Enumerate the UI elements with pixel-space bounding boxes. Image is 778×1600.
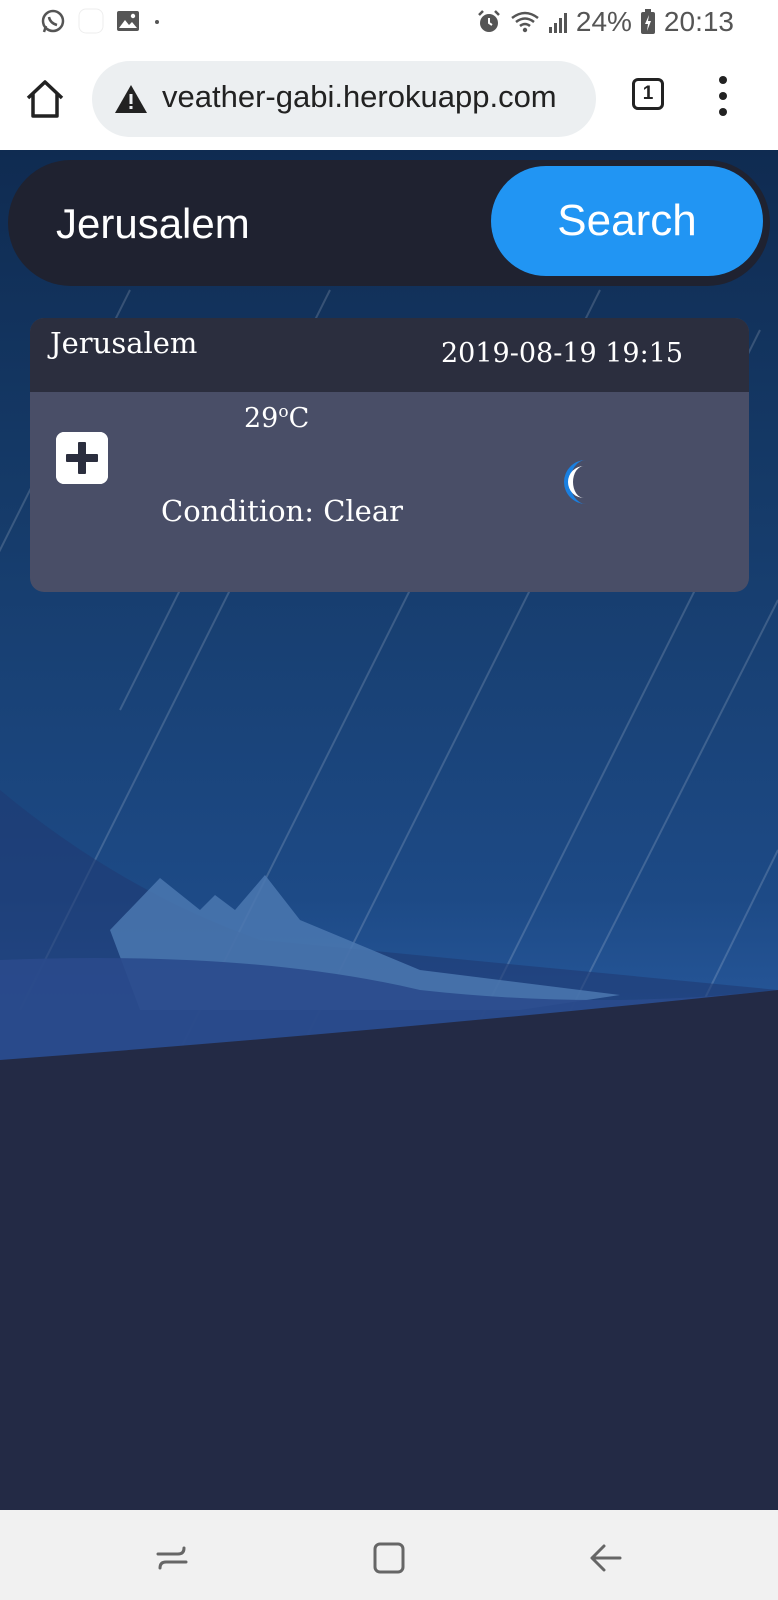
whatsapp-icon [41, 9, 65, 33]
crescent-moon-icon [564, 460, 586, 504]
search-bar: Search [8, 160, 770, 286]
notification-icons [40, 8, 162, 34]
system-status: 24% 20:13 [476, 6, 734, 38]
app-content: Search Jerusalem 2019-08-19 19:15 29oC C… [0, 150, 778, 1510]
more-vert-icon[interactable] [716, 76, 730, 122]
card-header: Jerusalem 2019-08-19 19:15 [30, 318, 749, 392]
tab-switcher-icon[interactable]: 1 [632, 78, 664, 110]
browser-toolbar: veather-gabi.herokuapp.com 1 [0, 46, 778, 150]
temperature-value: 29 [244, 403, 279, 434]
weather-card: Jerusalem 2019-08-19 19:15 29oC Conditio… [30, 318, 749, 592]
back-icon[interactable] [586, 1538, 626, 1578]
warning-icon[interactable] [114, 83, 148, 115]
image-icon [117, 11, 139, 31]
battery-percent: 24% [575, 6, 632, 37]
home-nav-icon[interactable] [369, 1538, 409, 1578]
status-bar: 24% 20:13 [0, 0, 778, 46]
url-text[interactable]: veather-gabi.herokuapp.com [162, 79, 582, 115]
temperature: 29oC [244, 402, 309, 434]
battery-icon [640, 9, 655, 34]
city-search-input[interactable] [54, 192, 458, 256]
home-icon[interactable] [22, 76, 68, 122]
clock: 20:13 [663, 6, 734, 37]
plus-square-icon[interactable] [56, 432, 108, 484]
card-datetime: 2019-08-19 19:15 [441, 338, 684, 369]
temperature-degree: o [278, 402, 289, 422]
address-bar[interactable]: veather-gabi.herokuapp.com [92, 61, 596, 137]
alarm-icon [477, 10, 500, 32]
card-city-name: Jerusalem [50, 326, 198, 360]
condition-text: Condition: Clear [161, 494, 403, 528]
wifi-icon [511, 11, 539, 33]
search-button[interactable]: Search [491, 166, 763, 276]
recent-apps-icon[interactable] [152, 1538, 192, 1578]
system-nav-bar [0, 1510, 778, 1600]
signal-icon [548, 13, 567, 33]
dot-icon [155, 20, 159, 24]
blank-notification-icon [78, 8, 104, 34]
temperature-unit: C [288, 403, 310, 434]
